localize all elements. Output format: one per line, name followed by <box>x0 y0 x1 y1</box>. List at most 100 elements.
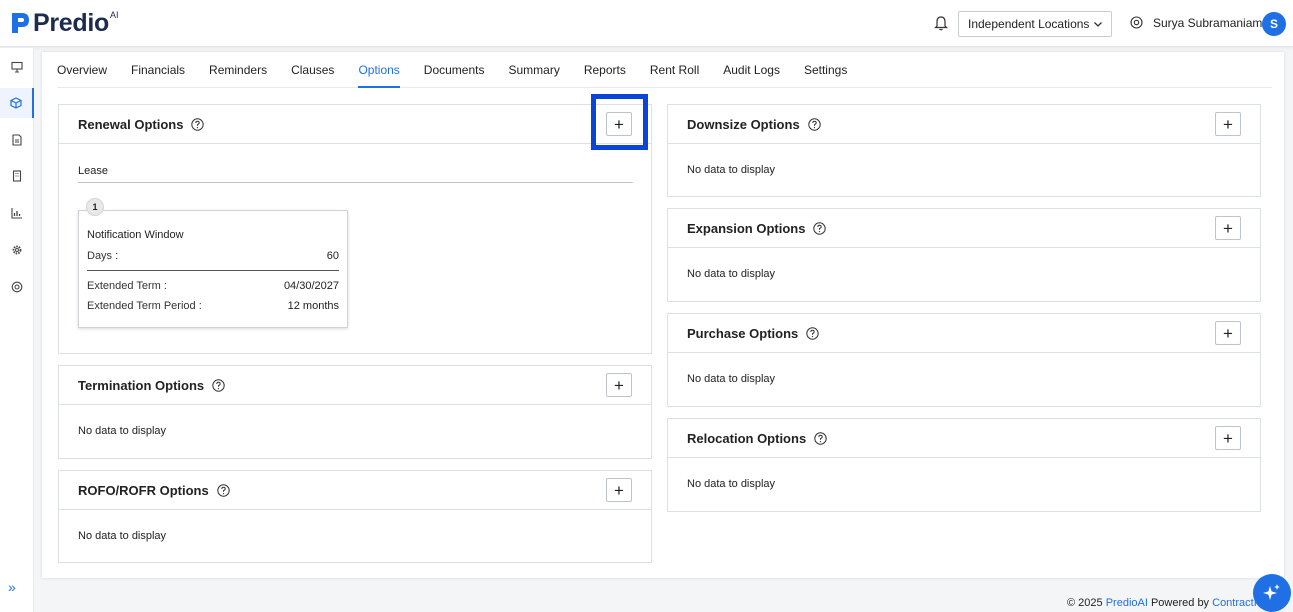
downsize-options-title: Downsize Options <box>687 117 800 132</box>
add-termination-option-button[interactable]: + <box>606 373 632 397</box>
extended-term-period-row: Extended Term Period : 12 months <box>87 300 339 312</box>
location-select[interactable]: Independent Locations <box>958 11 1112 37</box>
empty-state-text: No data to display <box>687 164 776 176</box>
extended-term-row: Extended Term : 04/30/2027 <box>87 280 339 292</box>
card-header: Downsize Options + <box>668 105 1260 144</box>
tab-settings[interactable]: Settings <box>804 52 847 88</box>
downsize-options-card: Downsize Options + No data to display <box>667 104 1261 197</box>
chart-icon <box>11 208 22 219</box>
tab-rent-roll[interactable]: Rent Roll <box>650 52 699 88</box>
tab-reminders[interactable]: Reminders <box>209 52 267 88</box>
empty-state-text: No data to display <box>78 425 167 437</box>
bell-icon[interactable] <box>934 15 948 31</box>
add-expansion-option-button[interactable]: + <box>1215 216 1241 240</box>
highlight-box <box>591 94 648 150</box>
tab-clauses[interactable]: Clauses <box>291 52 334 88</box>
days-label: Days : <box>87 250 119 262</box>
document-icon <box>12 134 22 146</box>
tab-audit-logs[interactable]: Audit Logs <box>723 52 780 88</box>
renewal-options-card: Renewal Options + Lease 1 Notification W… <box>58 104 652 354</box>
card-header: Relocation Options + <box>668 419 1260 458</box>
copyright-text: © 2025 <box>1067 597 1103 609</box>
sidebar <box>0 48 34 612</box>
purchase-options-card: Purchase Options + No data to display <box>667 313 1261 407</box>
add-purchase-option-button[interactable]: + <box>1215 321 1241 345</box>
empty-state-text: No data to display <box>687 478 776 490</box>
rofo-rofr-options-card: ROFO/ROFR Options + No data to display <box>58 470 652 563</box>
tab-reports[interactable]: Reports <box>584 52 626 88</box>
help-icon[interactable] <box>807 118 821 131</box>
sidebar-item-documents[interactable] <box>0 125 34 155</box>
sidebar-item-buildings[interactable] <box>0 161 34 191</box>
option-number-badge: 1 <box>86 198 104 216</box>
help-icon[interactable] <box>212 379 225 392</box>
user-settings-icon[interactable] <box>1130 16 1143 29</box>
extended-term-period-value: 12 months <box>287 300 339 312</box>
tab-options[interactable]: Options <box>358 52 401 88</box>
sidebar-item-leases[interactable] <box>0 88 34 118</box>
tab-summary[interactable]: Summary <box>509 52 560 88</box>
sidebar-item-analytics[interactable] <box>0 198 34 228</box>
add-rofo-rofr-option-button[interactable]: + <box>606 478 632 502</box>
renewal-option-item[interactable]: Notification Window Days : 60 Extended T… <box>78 210 348 328</box>
divider <box>87 270 339 271</box>
add-relocation-option-button[interactable]: + <box>1215 426 1241 450</box>
card-title: Purchase Options <box>687 326 819 341</box>
card-title: Relocation Options <box>687 431 827 446</box>
help-icon[interactable] <box>806 327 819 340</box>
extended-term-label: Extended Term : <box>87 280 167 292</box>
location-select-value: Independent Locations <box>968 17 1090 31</box>
relocation-options-card: Relocation Options + No data to display <box>667 418 1261 512</box>
app-name: Predio <box>33 9 109 37</box>
days-row: Days : 60 <box>87 250 339 262</box>
expansion-options-title: Expansion Options <box>687 221 806 236</box>
purchase-options-title: Purchase Options <box>687 326 799 341</box>
lifebuoy-icon <box>11 281 23 293</box>
footer: © 2025 PredioAI Powered by ContractIQ <box>1067 597 1265 609</box>
ai-assistant-button[interactable] <box>1253 574 1291 612</box>
app-logo[interactable]: Predio AI <box>10 9 119 39</box>
card-header: Termination Options + <box>59 366 651 405</box>
top-bar: Predio AI Independent Locations Surya Su… <box>0 0 1293 47</box>
sidebar-item-dashboard[interactable] <box>0 52 34 82</box>
building-icon <box>12 170 22 182</box>
sparkle-icon <box>1263 584 1280 600</box>
card-title: Downsize Options <box>687 117 821 132</box>
tab-overview[interactable]: Overview <box>57 52 107 88</box>
tab-documents[interactable]: Documents <box>424 52 485 88</box>
help-icon[interactable] <box>217 484 230 497</box>
tab-financials[interactable]: Financials <box>131 52 185 88</box>
help-icon[interactable] <box>191 118 205 131</box>
chevron-down-icon <box>1094 22 1102 27</box>
sidebar-item-support[interactable] <box>0 272 34 302</box>
cube-icon <box>10 97 22 109</box>
tab-bar: Overview Financials Reminders Clauses Op… <box>57 52 1272 88</box>
card-title: Renewal Options <box>78 117 205 132</box>
avatar[interactable]: S <box>1262 12 1286 36</box>
notification-window-label: Notification Window <box>87 229 184 241</box>
card-header: ROFO/ROFR Options + <box>59 471 651 510</box>
card-header: Renewal Options + <box>59 105 651 144</box>
sidebar-item-settings[interactable] <box>0 235 34 265</box>
card-title: Expansion Options <box>687 221 827 236</box>
card-header: Expansion Options + <box>668 209 1260 248</box>
help-icon[interactable] <box>813 222 827 235</box>
predioai-link[interactable]: PredioAI <box>1106 597 1148 609</box>
termination-options-card: Termination Options + No data to display <box>58 365 652 459</box>
extended-term-period-label: Extended Term Period : <box>87 300 202 312</box>
extended-term-value: 04/30/2027 <box>283 280 339 292</box>
card-header: Purchase Options + <box>668 314 1260 353</box>
relocation-options-title: Relocation Options <box>687 431 807 446</box>
rofo-rofr-options-title: ROFO/ROFR Options <box>78 483 209 498</box>
divider <box>78 182 633 183</box>
expansion-options-card: Expansion Options + No data to display <box>667 208 1261 302</box>
expand-sidebar-icon[interactable]: » <box>8 580 22 594</box>
powered-by-text: Powered by <box>1150 597 1210 609</box>
app-name-sup: AI <box>110 10 119 20</box>
empty-state-text: No data to display <box>687 268 776 280</box>
add-downsize-option-button[interactable]: + <box>1215 112 1241 136</box>
user-name[interactable]: Surya Subramaniam <box>1153 16 1262 30</box>
presentation-icon <box>11 61 23 73</box>
empty-state-text: No data to display <box>78 530 167 542</box>
help-icon[interactable] <box>814 432 827 445</box>
